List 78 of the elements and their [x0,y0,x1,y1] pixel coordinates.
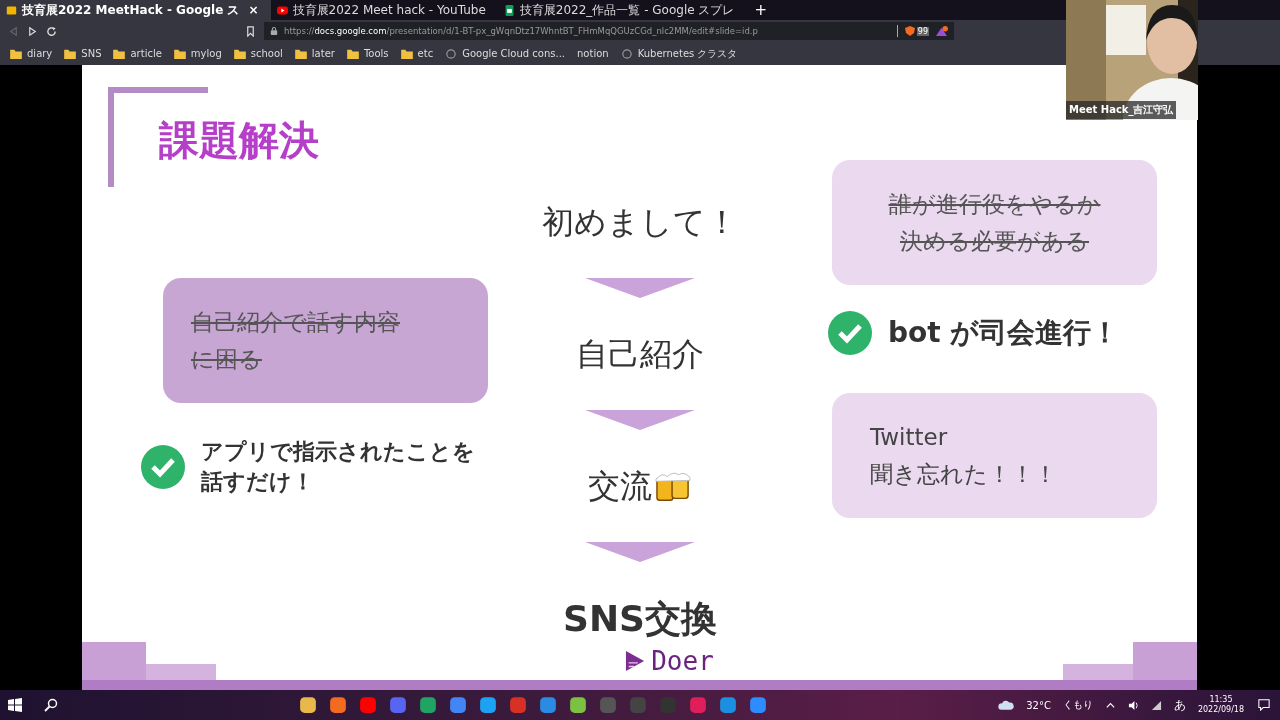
document-icon [503,4,515,16]
play-icon [276,4,288,16]
flow-step: 初めまして！ [542,201,738,245]
bubble-text: に困る [191,344,263,374]
app-icon[interactable] [749,696,768,714]
app-icon[interactable] [359,696,378,714]
solution-text: 話すだけ！ [201,467,315,496]
folder-icon [233,48,246,59]
app-icon[interactable] [479,696,498,714]
clock-date: 2022/09/18 [1197,705,1244,715]
bubble-text: 決める必要がある [900,226,1089,256]
url-text: https://docs.google.com/presentation/d/1-BT-px_gWqnDtz17WhntBT_FHmMqQGUzCGd_nlc2MM/edit#slide=id.p [284,26,759,36]
beer-mugs-icon [654,470,692,504]
folder-icon [10,48,22,59]
windows-start-icon[interactable] [8,698,22,712]
flow-step: 自己紹介 [576,333,704,377]
bookmark-item[interactable]: Tools [346,48,389,59]
clock-time: 11:35 [1209,695,1233,705]
address-bar[interactable]: https://docs.google.com/presentation/d/1-BT-px_gWqnDtz17WhntBT_FHmMqQGUzCGd_nlc2MM/edit#slide=id.p 99 [264,22,954,40]
browser-tab[interactable]: 技育展2022 MeetHack - Google ス × [0,0,271,20]
cloud-icon [998,699,1015,711]
app-icon[interactable] [419,696,438,714]
folder-icon [400,48,413,59]
wifi-icon[interactable] [1150,699,1162,711]
solution-text: アプリで指示されたことを [201,438,475,466]
bubble-text: 自己紹介で話す内容 [191,307,401,337]
weather-text: くもり [1062,698,1093,712]
check-icon [828,311,872,355]
shield-icon [903,25,916,37]
bookmark-item[interactable]: mylog [173,48,222,59]
new-tab-button[interactable]: + [746,0,775,20]
app-icon[interactable] [449,696,468,714]
slide-title: 課題解決 [159,116,319,165]
solution-text: bot が司会進行！ [888,315,1120,351]
lock-icon [270,26,278,36]
app-icon[interactable] [569,696,588,714]
logo-icon [625,649,646,673]
shields-button[interactable]: 99 [903,25,929,37]
app-icon[interactable] [299,696,318,714]
bookmark-item[interactable]: notion [577,48,609,59]
bookmark-item[interactable]: etc [400,48,434,59]
globe-icon [445,48,458,59]
bookmark-icon[interactable] [245,25,256,37]
browser-tab[interactable]: 技育展2022_作品一覧 - Google スプレ [497,0,747,20]
temperature-text: 32°C [1026,699,1051,711]
search-icon[interactable] [44,698,58,712]
bubble-text: Twitter [869,422,948,452]
reload-icon[interactable] [46,25,57,37]
bookmark-item[interactable]: diary [10,48,53,59]
folder-icon [113,48,126,59]
triangle-icon[interactable] [935,25,948,37]
bubble-text: 聞き忘れた！！！ [869,459,1057,489]
flow-step: 交流 [588,465,652,509]
bookmark-item[interactable]: article [113,48,162,59]
bookmark-item[interactable]: later [294,48,335,59]
app-icon[interactable] [719,696,738,714]
folder-icon [346,48,359,59]
app-icon[interactable] [539,696,558,714]
logo-text: Doer [651,646,714,676]
check-icon [141,444,185,489]
bookmark-item[interactable]: Kubernetes クラスタ [620,46,738,61]
bookmark-item[interactable]: SNS [64,48,102,59]
notification-icon[interactable] [1256,699,1272,711]
forward-icon[interactable] [27,25,38,37]
participant-name: Meet Hack_吉江守弘 [1066,101,1177,119]
document-icon [6,4,17,16]
input-method-indicator[interactable]: あ [1173,696,1186,714]
folder-icon [64,48,77,59]
folder-icon [294,48,307,59]
folder-icon [173,48,186,59]
globe-icon [620,48,633,59]
bookmark-item[interactable]: school [233,48,283,59]
bubble-text: 誰が進行役をやるか [888,189,1101,219]
browser-tab[interactable]: 技育展2022 Meet hack - YouTube [270,0,498,20]
speaker-icon[interactable] [1127,699,1139,711]
bookmark-item[interactable]: Google Cloud cons... [445,48,566,59]
flow-step: SNS交換 [563,594,717,644]
app-icon[interactable] [329,696,348,714]
